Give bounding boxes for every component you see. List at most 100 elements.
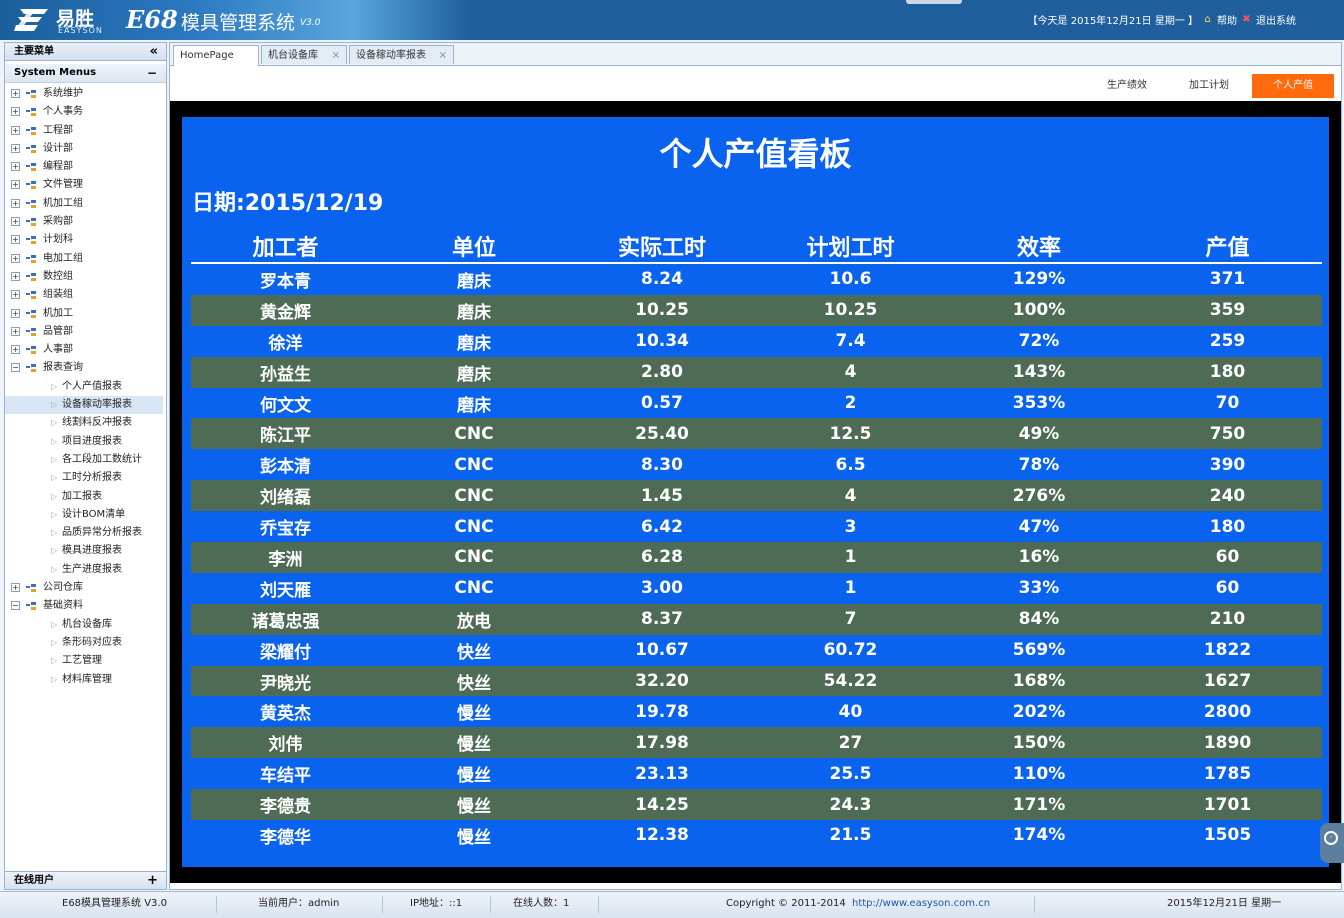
expand-icon[interactable]: + bbox=[11, 180, 20, 190]
tab-label: 机台设备库 bbox=[268, 50, 318, 61]
leaf-arrow-icon: ▷ bbox=[51, 381, 58, 391]
expand-icon[interactable]: + bbox=[11, 89, 20, 98]
menu-subitem[interactable]: ▷ 各工段加工数统计 bbox=[5, 451, 166, 469]
menu-subitem[interactable]: ▷ 工艺管理 bbox=[5, 652, 166, 670]
module-icon bbox=[26, 126, 38, 135]
menu-subitem[interactable]: ▷ 线割料反冲报表 bbox=[5, 414, 166, 432]
cell-planned-hours: 2 bbox=[844, 393, 857, 413]
expand-icon[interactable]: + bbox=[11, 107, 20, 117]
cell-efficiency: 49% bbox=[945, 418, 1133, 450]
menu-item[interactable]: − 报表查询 bbox=[5, 359, 166, 377]
menu-item-label: 基础资料 bbox=[43, 600, 83, 612]
processing-plan-button[interactable]: 加工计划 bbox=[1174, 74, 1244, 98]
expand-icon[interactable]: + bbox=[11, 143, 20, 153]
collapse-sidebar-icon[interactable]: « bbox=[150, 43, 158, 60]
online-users-panel[interactable]: 在线用户 + bbox=[5, 871, 166, 889]
system-name: 模具管理系统 bbox=[181, 12, 296, 34]
expand-icon[interactable]: + bbox=[11, 583, 20, 593]
collapse-icon[interactable]: − bbox=[11, 601, 20, 611]
expand-icon[interactable]: + bbox=[11, 345, 20, 355]
minus-icon[interactable]: − bbox=[147, 64, 157, 82]
menu-item[interactable]: + 个人事务 bbox=[5, 103, 166, 121]
tab-homepage[interactable]: HomePage bbox=[173, 45, 259, 66]
footer-divider bbox=[1034, 896, 1035, 913]
expand-icon[interactable]: + bbox=[11, 198, 20, 208]
menu-item[interactable]: + 品管部 bbox=[5, 323, 166, 341]
expand-icon[interactable]: + bbox=[11, 253, 20, 263]
menu-subitem[interactable]: ▷ 设备稼动率报表 bbox=[5, 396, 163, 415]
cell-operator: 梁耀付 bbox=[260, 642, 311, 663]
personal-output-button[interactable]: 个人产值 bbox=[1252, 74, 1334, 98]
menu-subitem[interactable]: ▷ 条形码对应表 bbox=[5, 634, 166, 652]
table-row: 彭本清 CNC 8.30 6.5 78% 390 bbox=[191, 449, 1322, 480]
leaf-arrow-icon: ▷ bbox=[51, 509, 58, 519]
footer-website-link[interactable]: http://www.easyson.com.cn bbox=[852, 892, 990, 918]
menu-subitem[interactable]: ▷ 工时分析报表 bbox=[5, 469, 166, 487]
top-toggle-handle[interactable] bbox=[906, 0, 962, 4]
cell-planned-hours: 24.3 bbox=[756, 789, 945, 821]
menu-item[interactable]: + 电加工组 bbox=[5, 250, 166, 268]
menu-subitem[interactable]: ▷ 设计BOM清单 bbox=[5, 506, 166, 524]
logout-link[interactable]: 退出系统 bbox=[1256, 12, 1296, 27]
menu-subitem[interactable]: ▷ 生产进度报表 bbox=[5, 561, 166, 579]
cell-planned-hours: 10.25 bbox=[756, 294, 945, 326]
module-icon bbox=[26, 291, 38, 300]
leaf-arrow-icon: ▷ bbox=[51, 473, 58, 483]
expand-icon[interactable]: + bbox=[11, 162, 20, 172]
collapse-icon[interactable]: − bbox=[11, 363, 20, 373]
menu-item[interactable]: + 机加工 bbox=[5, 305, 166, 323]
tab-equipment-utilization-report[interactable]: 设备稼动率报表 × bbox=[349, 45, 454, 64]
cell-operator: 刘伟 bbox=[191, 727, 380, 759]
menu-subitem[interactable]: ▷ 品质异常分析报表 bbox=[5, 524, 166, 542]
menu-item[interactable]: + 组装组 bbox=[5, 286, 166, 304]
menu-item[interactable]: − 基础资料 bbox=[5, 597, 166, 615]
menu-item[interactable]: + 机加工组 bbox=[5, 195, 166, 213]
menu-subitem[interactable]: ▷ 模具进度报表 bbox=[5, 542, 166, 560]
plus-icon[interactable]: + bbox=[147, 872, 158, 889]
cell-unit: 磨床 bbox=[380, 356, 568, 388]
leaf-arrow-icon: ▷ bbox=[51, 619, 58, 629]
expand-icon[interactable]: + bbox=[11, 271, 20, 281]
menu-item[interactable]: + 公司仓库 bbox=[5, 579, 166, 597]
menu-item[interactable]: + 人事部 bbox=[5, 341, 166, 359]
leaf-arrow-icon: ▷ bbox=[51, 674, 58, 684]
menu-item[interactable]: + 编程部 bbox=[5, 158, 166, 176]
menu-item[interactable]: + 系统维护 bbox=[5, 85, 166, 103]
menu-item-label: 材料库管理 bbox=[62, 673, 112, 685]
menu-item[interactable]: + 计划科 bbox=[5, 231, 166, 249]
expand-icon[interactable]: + bbox=[11, 308, 20, 318]
cell-actual-hours: 23.13 bbox=[635, 763, 689, 784]
expand-icon[interactable]: + bbox=[11, 217, 20, 227]
cell-output-value: 1505 bbox=[1203, 825, 1252, 846]
cell-unit: 磨床 bbox=[457, 395, 491, 416]
menu-item[interactable]: + 设计部 bbox=[5, 140, 166, 158]
menu-item[interactable]: + 数控组 bbox=[5, 268, 166, 286]
expand-icon[interactable]: + bbox=[11, 125, 20, 135]
menu-subitem[interactable]: ▷ 项目进度报表 bbox=[5, 433, 166, 451]
home-icon: ⌂ bbox=[1204, 14, 1211, 25]
help-link[interactable]: 帮助 bbox=[1217, 12, 1237, 27]
cell-actual-hours: 25.40 bbox=[568, 418, 756, 450]
expand-icon[interactable]: + bbox=[11, 235, 20, 245]
floating-side-handle[interactable]: · bbox=[1320, 823, 1344, 863]
tab-machine-library[interactable]: 机台设备库 × bbox=[261, 45, 347, 64]
expand-icon[interactable]: + bbox=[11, 326, 20, 336]
close-icon[interactable]: × bbox=[332, 46, 340, 65]
menu-subitem[interactable]: ▷ 个人产值报表 bbox=[5, 378, 166, 396]
production-performance-button[interactable]: 生产绩效 bbox=[1092, 74, 1162, 98]
cell-operator: 乔宝存 bbox=[260, 519, 311, 540]
close-icon[interactable]: × bbox=[439, 46, 447, 65]
expand-icon[interactable]: + bbox=[11, 290, 20, 300]
system-menus-header[interactable]: System Menus − bbox=[5, 64, 166, 83]
menu-subitem[interactable]: ▷ 机台设备库 bbox=[5, 616, 166, 634]
menu-subitem[interactable]: ▷ 材料库管理 bbox=[5, 671, 166, 689]
cell-unit: 快丝 bbox=[380, 665, 568, 697]
menu-item[interactable]: + 采购部 bbox=[5, 213, 166, 231]
cell-efficiency: 143% bbox=[945, 356, 1133, 388]
cell-planned-hours: 27 bbox=[756, 727, 945, 759]
menu-item[interactable]: + 文件管理 bbox=[5, 176, 166, 194]
module-icon bbox=[26, 90, 38, 98]
menu-item[interactable]: + 工程部 bbox=[5, 122, 166, 140]
module-icon bbox=[26, 108, 38, 117]
menu-subitem[interactable]: ▷ 加工报表 bbox=[5, 488, 166, 506]
